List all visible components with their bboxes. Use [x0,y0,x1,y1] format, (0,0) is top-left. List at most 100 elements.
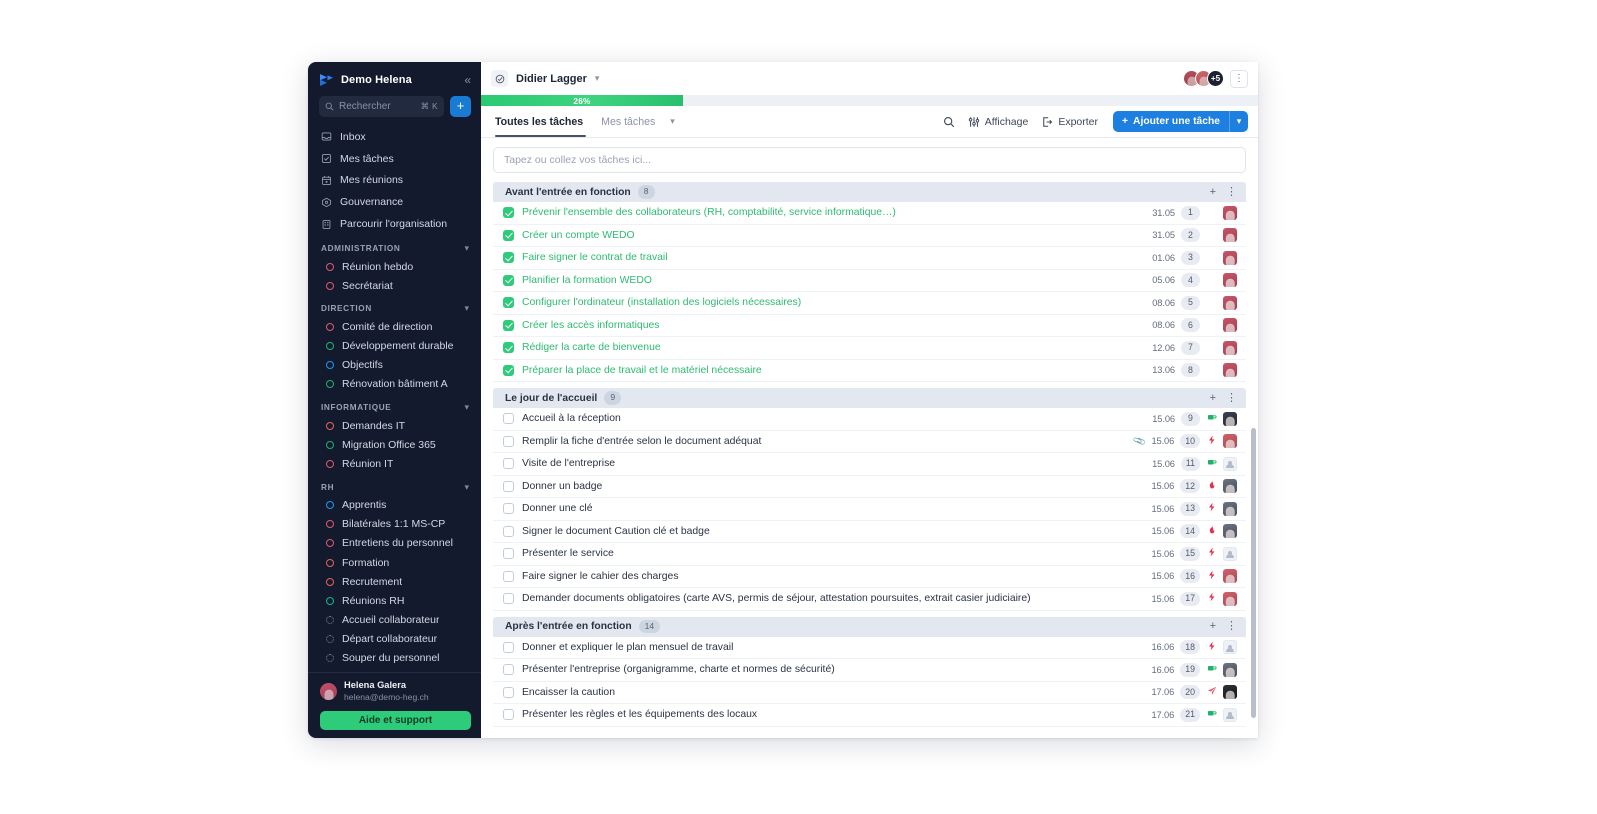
sidebar-project-depart-collaborateur[interactable]: Départ collaborateur [308,630,481,649]
section-header-jour-accueil[interactable]: Le jour de l'accueil 9 + ⋮ [493,388,1246,408]
sidebar-project-reunions-rh[interactable]: Réunions RH [308,591,481,610]
table-row[interactable]: Donner un badge 15.06 12 [493,476,1246,498]
sidebar-group-direction[interactable]: DIRECTION ▾ [308,295,481,317]
table-row[interactable]: Visite de l'entreprise 15.06 11 [493,453,1246,476]
task-assignee-avatar[interactable] [1223,569,1237,584]
sidebar-project-migration-office-365[interactable]: Migration Office 365 [308,435,481,454]
sidebar-project-comite-de-direction[interactable]: Comité de direction [308,317,481,336]
tab-my-tasks[interactable]: Mes tâches [592,106,664,137]
task-assignee-avatar[interactable] [1223,434,1237,449]
table-row[interactable]: Présenter le service 15.06 15 [493,543,1246,566]
member-avatars[interactable]: +5 [1183,70,1224,87]
chevron-down-icon[interactable]: ▾ [464,482,469,492]
vertical-scrollbar[interactable] [1251,428,1256,718]
breadcrumb[interactable]: Didier Lagger [516,73,587,85]
section-menu-icon[interactable]: ⋮ [1226,621,1237,632]
export-button[interactable]: Exporter [1041,116,1098,128]
task-assignee-avatar[interactable] [1223,273,1237,288]
sidebar-project-demandes-it[interactable]: Demandes IT [308,416,481,435]
table-row[interactable]: Accueil à la réception 15.06 9 [493,408,1246,431]
task-checkbox[interactable] [503,252,514,264]
task-checkbox[interactable] [503,570,514,582]
sidebar-item-governance[interactable]: Gouvernance [308,191,481,213]
task-checkbox[interactable] [503,709,514,721]
sidebar-item-my-tasks[interactable]: Mes tâches [308,148,481,170]
sidebar-item-browse-organization[interactable]: Parcourir l'organisation [308,213,481,235]
search-icon[interactable] [943,116,955,128]
tabs-chevron-down-icon[interactable]: ▾ [664,116,681,127]
task-assignee-avatar[interactable] [1223,479,1237,494]
sidebar-item-inbox[interactable]: Inbox [308,126,481,148]
task-assignee-placeholder[interactable] [1223,456,1237,471]
task-assignee-avatar[interactable] [1223,250,1237,265]
table-row[interactable]: Prévenir l'ensemble des collaborateurs (… [493,202,1246,225]
task-checkbox[interactable] [503,664,514,676]
table-row[interactable]: Donner et expliquer le plan mensuel de t… [493,637,1246,659]
table-row[interactable]: Faire signer le contrat de travail 01.06… [493,247,1246,270]
task-assignee-avatar[interactable] [1223,591,1237,606]
task-assignee-avatar[interactable] [1223,501,1237,516]
table-row[interactable]: Faire signer le cahier des charges 15.06… [493,566,1246,588]
table-row[interactable]: Demander documents obligatoires (carte A… [493,588,1246,611]
section-add-icon[interactable]: + [1210,621,1216,632]
task-checkbox[interactable] [503,548,514,560]
task-checkbox[interactable] [503,435,514,447]
sidebar-project-renovation-batiment-a[interactable]: Rénovation bâtiment A [308,375,481,394]
create-new-button[interactable]: + [450,96,471,117]
task-assignee-placeholder[interactable] [1223,640,1237,655]
section-header-avant-entree[interactable]: Avant l'entrée en fonction 8 + ⋮ [493,182,1246,202]
section-menu-icon[interactable]: ⋮ [1226,392,1237,404]
sidebar-project-secretariat[interactable]: Secrétariat [308,276,481,295]
task-assignee-avatar[interactable] [1223,524,1237,539]
table-row[interactable]: Rédiger la carte de bienvenue 12.06 7 [493,337,1246,360]
table-row[interactable]: Donner une clé 15.06 13 [493,498,1246,521]
section-menu-icon[interactable]: ⋮ [1226,186,1237,198]
task-assignee-placeholder[interactable] [1223,707,1237,722]
view-settings-button[interactable]: Affichage [968,116,1028,128]
avatar-overflow-count[interactable]: +5 [1207,70,1224,87]
task-assignee-avatar[interactable] [1223,340,1237,355]
task-checkbox[interactable] [503,503,514,515]
chevron-down-icon[interactable]: ▾ [464,243,469,253]
quick-add-input[interactable]: Tapez ou collez vos tâches ici... [493,147,1246,173]
sidebar-project-apprentis[interactable]: Apprentis [308,496,481,515]
task-checkbox[interactable] [503,229,514,241]
section-add-icon[interactable]: + [1210,392,1216,404]
table-row[interactable]: Créer les accès informatiques 08.06 6 [493,315,1246,337]
sidebar-project-accueil-collaborateur[interactable]: Accueil collaborateur [308,611,481,630]
search-input[interactable]: Rechercher ⌘ K [319,96,444,117]
sidebar-project-entretiens-du-personnel[interactable]: Entretiens du personnel [308,534,481,553]
section-header-apres-entree[interactable]: Après l'entrée en fonction 14 + ⋮ [493,616,1246,637]
task-assignee-avatar[interactable] [1223,411,1237,426]
task-checkbox[interactable] [503,413,514,425]
sidebar-project-bilaterales[interactable]: Bilatérales 1:1 MS-CP [308,515,481,534]
task-checkbox[interactable] [503,274,514,286]
chevron-down-icon[interactable]: ▾ [595,73,600,84]
table-row[interactable]: Encaisser la caution 17.06 20 [493,682,1246,704]
tab-all-tasks[interactable]: Toutes les tâches [493,106,592,137]
task-assignee-avatar[interactable] [1223,363,1237,378]
kebab-menu-icon[interactable]: ⋮ [1230,69,1248,88]
table-row[interactable]: Présenter l'entreprise (organigramme, ch… [493,659,1246,682]
sidebar-project-reunion-it[interactable]: Réunion IT [308,454,481,473]
task-assignee-avatar[interactable] [1223,662,1237,677]
help-and-support-button[interactable]: Aide et support [320,710,471,730]
sidebar-project-reunion-hebdo[interactable]: Réunion hebdo [308,257,481,276]
task-checkbox[interactable] [503,686,514,698]
sidebar-project-formation[interactable]: Formation [308,553,481,572]
section-add-icon[interactable]: + [1210,186,1216,198]
task-assignee-avatar[interactable] [1223,205,1237,220]
task-checkbox[interactable] [503,458,514,470]
task-checkbox[interactable] [503,593,514,605]
table-row[interactable]: Préparer la place de travail et le matér… [493,360,1246,382]
task-checkbox[interactable] [503,525,514,537]
task-checkbox[interactable] [503,297,514,309]
task-assignee-avatar[interactable] [1223,318,1237,333]
task-assignee-avatar[interactable] [1223,228,1237,243]
task-checkbox[interactable] [503,641,514,653]
chevron-down-icon[interactable]: ▾ [464,403,469,412]
sidebar-project-developpement-durable[interactable]: Développement durable [308,337,481,356]
task-checkbox[interactable] [503,207,514,219]
sidebar-group-informatique[interactable]: INFORMATIQUE ▾ [308,394,481,416]
sidebar-group-administration[interactable]: ADMINISTRATION ▾ [308,235,481,257]
